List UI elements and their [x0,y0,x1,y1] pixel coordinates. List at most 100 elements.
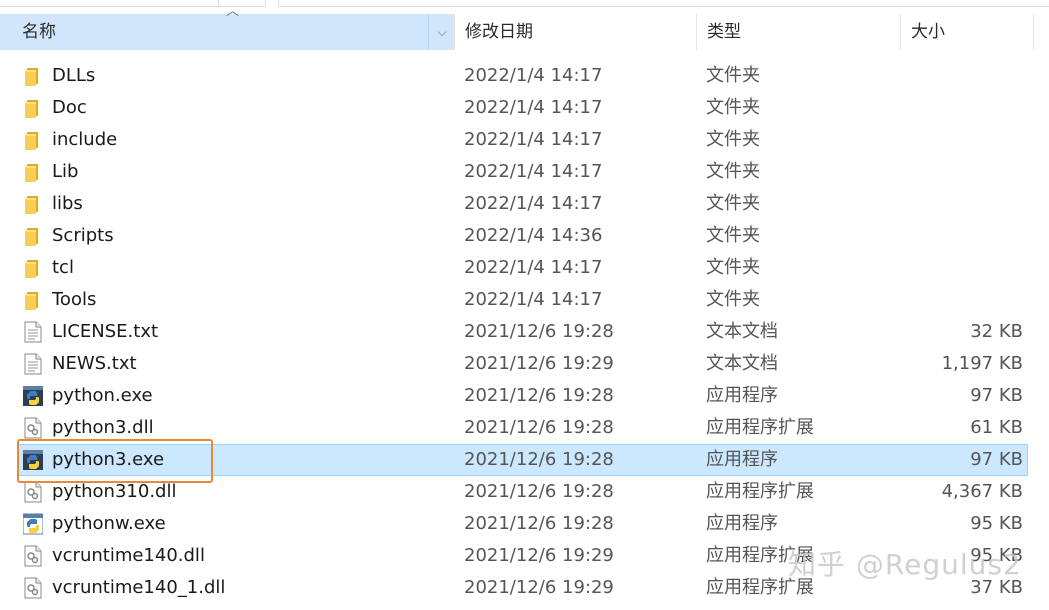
file-type: 文件夹 [706,193,760,214]
file-size [900,60,1023,92]
file-size [900,284,1023,316]
file-type: 应用程序扩展 [706,481,814,502]
watermark: 知乎 @Regulus2 [788,548,1022,581]
file-type: 文件夹 [706,97,760,118]
python-exe-icon [23,385,43,407]
file-icon-cell [23,92,45,124]
dll-file-icon [23,417,43,439]
file-icon-cell [22,508,45,540]
folder-icon [23,129,43,151]
file-row[interactable]: pythonw.exe 2021/12/6 19:28 应用程序 95 KB [0,508,1049,540]
file-row[interactable]: tcl 2022/1/4 14:17 文件夹 [0,252,1049,284]
file-icon-cell [23,252,45,284]
file-row[interactable]: NEWS.txt 2021/12/6 19:29 文本文档 1,197 KB [0,348,1049,380]
file-icon-cell [23,188,45,220]
file-type: 应用程序 [706,449,778,470]
file-icon-cell [23,60,45,92]
folder-icon [23,257,43,279]
file-icon-cell [23,124,45,156]
file-row[interactable]: Doc 2022/1/4 14:17 文件夹 [0,92,1049,124]
file-row[interactable]: include 2022/1/4 14:17 文件夹 [0,124,1049,156]
file-modified-date: 2022/1/4 14:17 [464,65,603,86]
file-type: 应用程序 [706,513,778,534]
column-header-date-label: 修改日期 [465,22,533,42]
file-modified-date: 2022/1/4 14:17 [464,193,603,214]
file-name: NEWS.txt [52,353,137,374]
column-header-date[interactable]: 修改日期 [454,14,696,50]
file-modified-date: 2021/12/6 19:28 [464,481,614,502]
dll-file-icon [23,577,43,599]
column-header-type[interactable]: 类型 [696,14,900,50]
file-name: tcl [52,257,74,278]
folder-icon [23,193,43,215]
folder-icon [23,97,43,119]
column-header-row: 名称 ︿ ⌵ 修改日期 类型 大小 [0,5,1049,50]
file-size [900,220,1023,252]
file-size [900,252,1023,284]
column-header-name[interactable]: 名称 ︿ ⌵ [0,5,455,50]
file-size: 95 KB [970,513,1023,534]
file-modified-date: 2021/12/6 19:28 [464,417,614,438]
file-size: 97 KB [970,449,1023,470]
file-type: 文件夹 [706,161,760,182]
toolbar-segment [0,0,218,7]
file-modified-date: 2021/12/6 19:29 [464,353,614,374]
file-icon-cell [23,316,45,348]
file-modified-date: 2021/12/6 19:29 [464,545,614,566]
file-icon-cell [23,284,45,316]
folder-icon [23,161,43,183]
file-size [900,124,1023,156]
file-name: Doc [52,97,87,118]
folder-icon [23,65,43,87]
file-icon-cell [23,348,45,380]
file-size: 1,197 KB [941,353,1023,374]
file-name: vcruntime140_1.dll [52,577,226,598]
column-header-size-label: 大小 [911,22,945,42]
file-row[interactable]: Tools 2022/1/4 14:17 文件夹 [0,284,1049,316]
file-type: 文件夹 [706,129,760,150]
folder-icon [23,289,43,311]
file-modified-date: 2021/12/6 19:28 [464,513,614,534]
file-modified-date: 2021/12/6 19:29 [464,577,614,598]
file-modified-date: 2022/1/4 14:36 [464,225,603,246]
address-bar-edge [278,0,1049,7]
file-icon-cell [23,540,45,572]
file-row[interactable]: DLLs 2022/1/4 14:17 文件夹 [0,60,1049,92]
file-size: 97 KB [970,385,1023,406]
column-header-size[interactable]: 大小 [900,14,1034,50]
file-name: python.exe [52,385,153,406]
file-name: include [52,129,118,150]
file-size [900,188,1023,220]
file-type: 应用程序 [706,385,778,406]
file-icon-cell [23,380,45,412]
file-name: vcruntime140.dll [52,545,205,566]
highlight-annotation-box [17,439,213,483]
file-modified-date: 2022/1/4 14:17 [464,289,603,310]
file-modified-date: 2022/1/4 14:17 [464,97,603,118]
file-icon-cell [23,156,45,188]
file-name: DLLs [52,65,96,86]
file-type: 文件夹 [706,225,760,246]
file-row[interactable]: libs 2022/1/4 14:17 文件夹 [0,188,1049,220]
file-name: pythonw.exe [52,513,166,534]
file-icon-cell [23,220,45,252]
column-filter-dropdown-icon[interactable]: ⌵ [428,14,455,50]
file-name: libs [52,193,83,214]
file-row[interactable]: LICENSE.txt 2021/12/6 19:28 文本文档 32 KB [0,316,1049,348]
file-modified-date: 2022/1/4 14:17 [464,129,603,150]
file-row[interactable]: Scripts 2022/1/4 14:36 文件夹 [0,220,1049,252]
dll-file-icon [23,481,43,503]
toolbar-strip [0,0,1049,10]
file-modified-date: 2022/1/4 14:17 [464,161,603,182]
folder-icon [23,225,43,247]
file-size: 4,367 KB [941,481,1023,502]
file-type: 文件夹 [706,257,760,278]
file-name: Lib [52,161,79,182]
file-modified-date: 2021/12/6 19:28 [464,321,614,342]
file-modified-date: 2021/12/6 19:28 [464,385,614,406]
file-modified-date: 2022/1/4 14:17 [464,257,603,278]
text-file-icon [23,353,43,375]
file-row[interactable]: Lib 2022/1/4 14:17 文件夹 [0,156,1049,188]
file-type: 文件夹 [706,289,760,310]
file-row[interactable]: python.exe 2021/12/6 19:28 应用程序 97 KB [0,380,1049,412]
